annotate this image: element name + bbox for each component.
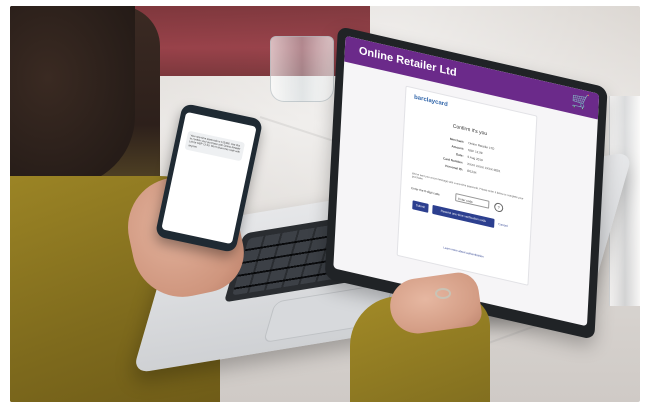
water-glass xyxy=(270,36,334,102)
submit-button[interactable]: Submit xyxy=(412,200,429,213)
confirm-card: barclaycard Confirm it's you Merchant:On… xyxy=(396,85,538,286)
field-value: GBP 12.99 xyxy=(467,147,483,156)
learn-more-link[interactable]: Learn more about authentication xyxy=(398,235,528,269)
bank-logo: barclaycard xyxy=(413,94,448,109)
help-icon[interactable]: ? xyxy=(493,201,504,213)
person-hair xyxy=(10,6,135,186)
ring xyxy=(435,288,451,299)
field-value: 5 Aug 2019 xyxy=(467,154,483,163)
sms-message: Your one-time passcode is 123456. Use th… xyxy=(184,130,246,162)
photo-scene: Online Retailer Ltd 🛒 barclaycard Confir… xyxy=(10,6,640,402)
code-input[interactable]: Enter code xyxy=(455,193,490,209)
basket-icon[interactable]: 🛒 xyxy=(570,90,591,114)
site-title: Online Retailer Ltd xyxy=(358,44,457,80)
cancel-link[interactable]: Cancel xyxy=(498,222,508,228)
resend-code-button[interactable]: Resend one-time verification code xyxy=(432,204,495,228)
field-value: ID1234 xyxy=(466,168,477,175)
code-label: Enter the 6-digit code xyxy=(411,185,440,197)
